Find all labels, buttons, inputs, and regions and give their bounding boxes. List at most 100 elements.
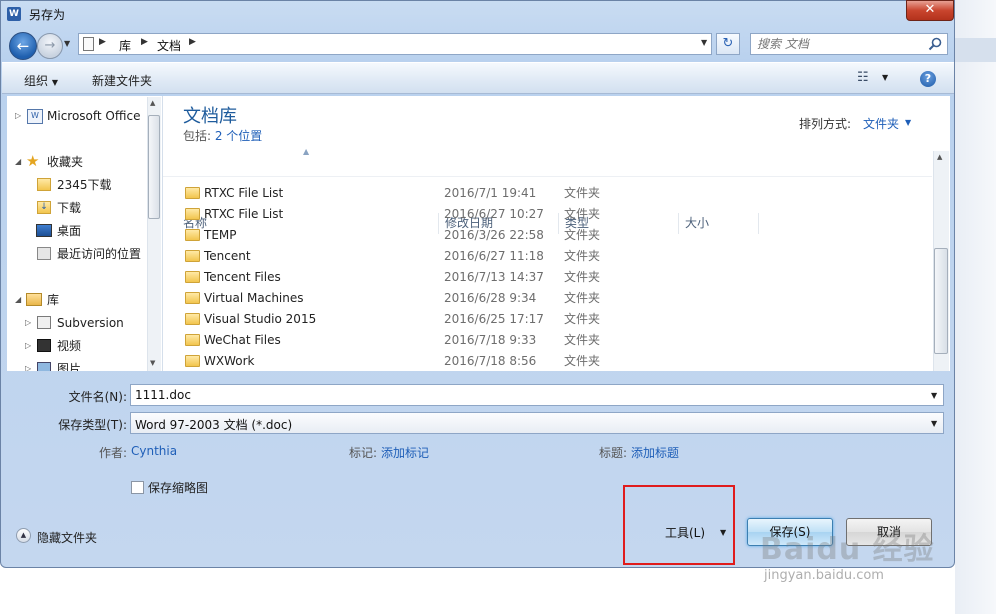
save-thumbnail-label[interactable]: 保存缩略图 [148,479,208,496]
file-name: WeChat Files [204,333,281,347]
search-input[interactable] [757,37,917,51]
table-row[interactable]: TEMP 2016/3/26 22:58 文件夹 [173,225,933,246]
chevron-down-icon: ▼ [51,78,58,87]
chevron-down-icon[interactable]: ▼ [931,419,937,428]
table-row[interactable]: Tencent 2016/6/27 11:18 文件夹 [173,246,933,267]
save-as-dialog: W 另存为 ✕ ← → ▼ ▶ 库 ▶ 文档 ▶ ▼ ↻ 组织 ▼ 新建文件夹 … [0,0,955,568]
file-date: 2016/6/25 17:17 [444,312,544,326]
file-date: 2016/7/18 8:56 [444,354,537,368]
folder-icon [185,250,200,262]
library-title: 文档库 [183,106,237,127]
save-type-select[interactable]: Word 97-2003 文档 (*.doc) ▼ [130,412,944,434]
includes-label: 包括: [183,129,215,143]
file-name: WXWork [204,354,255,368]
nav-scrollbar-thumb[interactable] [148,115,160,219]
table-row[interactable]: WXWork 2016/7/18 8:56 文件夹 [173,351,933,371]
collapse-arrow-icon[interactable]: ◢ [15,152,21,172]
table-row[interactable]: Virtual Machines 2016/6/28 9:34 文件夹 [173,288,933,309]
file-date: 2016/3/26 22:58 [444,228,544,242]
locations-link[interactable]: 2 个位置 [215,129,262,143]
breadcrumb-documents[interactable]: 文档 [157,37,181,54]
hide-folders-button[interactable]: 隐藏文件夹 [37,529,97,546]
breadcrumb-separator-icon[interactable]: ▶ [99,37,106,47]
nav-label: 最近访问的位置 [57,247,142,261]
new-folder-button[interactable]: 新建文件夹 [92,72,152,89]
nav-label: 图片 [57,362,82,371]
file-date: 2016/7/18 9:33 [444,333,537,347]
nav-label: 库 [47,293,60,307]
chevron-up-icon[interactable]: ▲ [16,528,31,543]
library-icon [26,293,42,306]
expand-arrow-icon[interactable]: ▷ [15,106,21,126]
forward-arrow-icon: → [44,38,56,53]
scroll-up-icon[interactable]: ▲ [937,153,942,161]
forward-button[interactable]: → [37,33,63,59]
filename-combobox[interactable]: ▼ [130,384,944,406]
table-row[interactable]: RTXC File List 2016/7/1 19:41 文件夹 [173,183,933,204]
table-row[interactable]: Visual Studio 2015 2016/6/25 17:17 文件夹 [173,309,933,330]
word-app-icon: W [7,7,21,21]
organize-button[interactable]: 组织 ▼ [24,72,58,89]
scroll-down-icon[interactable]: ▼ [150,359,155,367]
table-row[interactable]: RTXC File List 2016/6/27 10:27 文件夹 [173,204,933,225]
watermark-url: jingyan.baidu.com [764,568,884,583]
chevron-down-icon[interactable]: ▼ [905,118,911,127]
breadcrumb-separator-icon[interactable]: ▶ [141,37,148,47]
background-window-bar [955,38,996,62]
title-value[interactable]: 添加标题 [631,444,679,461]
refresh-button[interactable]: ↻ [716,33,740,55]
save-type-label: 保存类型(T): [58,418,127,432]
file-list-pane: 文档库 包括: 2 个位置 排列方式: 文件夹 ▼ 名称 修改日期 类型 大小 … [163,96,950,371]
folder-icon [185,334,200,346]
tags-value[interactable]: 添加标记 [381,444,429,461]
search-icon[interactable] [927,36,943,52]
nav-label: 视频 [57,339,82,353]
file-type: 文件夹 [564,228,601,242]
close-button[interactable]: ✕ [906,0,954,21]
file-list-scrollbar-thumb[interactable] [934,248,948,354]
breadcrumb-library[interactable]: 库 [119,37,131,54]
address-bar[interactable]: ▶ 库 ▶ 文档 ▶ ▼ [78,33,712,55]
desktop-icon [36,224,52,237]
folder-icon [185,208,200,220]
expand-arrow-icon[interactable]: ▷ [25,336,31,356]
tags-label: 标记: [349,446,378,460]
expand-arrow-icon[interactable]: ▷ [25,313,31,333]
nav-label: 桌面 [57,224,82,238]
scroll-up-icon[interactable]: ▲ [150,99,155,107]
star-icon: ★ [26,152,40,170]
file-name: Visual Studio 2015 [204,312,317,326]
recent-places-icon [37,247,51,260]
table-row[interactable]: Tencent Files 2016/7/13 14:37 文件夹 [173,267,933,288]
view-options-icon[interactable]: ☷ [857,70,869,85]
title-bar[interactable]: W 另存为 ✕ [1,0,956,29]
expand-arrow-icon[interactable]: ▷ [25,359,31,371]
author-value[interactable]: Cynthia [131,444,177,458]
collapse-arrow-icon[interactable]: ◢ [15,290,21,310]
breadcrumb-separator-icon[interactable]: ▶ [189,37,196,47]
nav-label: 2345下载 [57,178,112,192]
help-button[interactable]: ? [920,71,936,87]
view-dropdown-icon[interactable]: ▼ [882,73,888,82]
recent-pages-dropdown-icon[interactable]: ▼ [64,39,70,48]
address-dropdown-icon[interactable]: ▼ [701,38,707,47]
folder-icon [185,271,200,283]
save-thumbnail-checkbox[interactable] [131,481,144,494]
search-box[interactable] [750,33,948,55]
file-name: Tencent Files [204,270,281,284]
subversion-library-icon [37,316,51,329]
file-name: TEMP [204,228,237,242]
video-library-icon [37,339,51,352]
arrange-by-label: 排列方式: [799,117,852,131]
nav-label: Subversion [57,316,124,330]
back-button[interactable]: ← [9,32,37,60]
folder-icon [185,229,200,241]
chevron-down-icon[interactable]: ▼ [931,391,937,400]
file-type: 文件夹 [564,333,601,347]
table-row[interactable]: WeChat Files 2016/7/18 9:33 文件夹 [173,330,933,351]
author-label: 作者: [99,446,128,460]
filename-input[interactable] [135,388,915,402]
library-includes: 包括: 2 个位置 [183,127,262,144]
arrange-by-dropdown[interactable]: 文件夹 [863,115,899,132]
sort-ascending-icon: ▲ [303,147,310,156]
